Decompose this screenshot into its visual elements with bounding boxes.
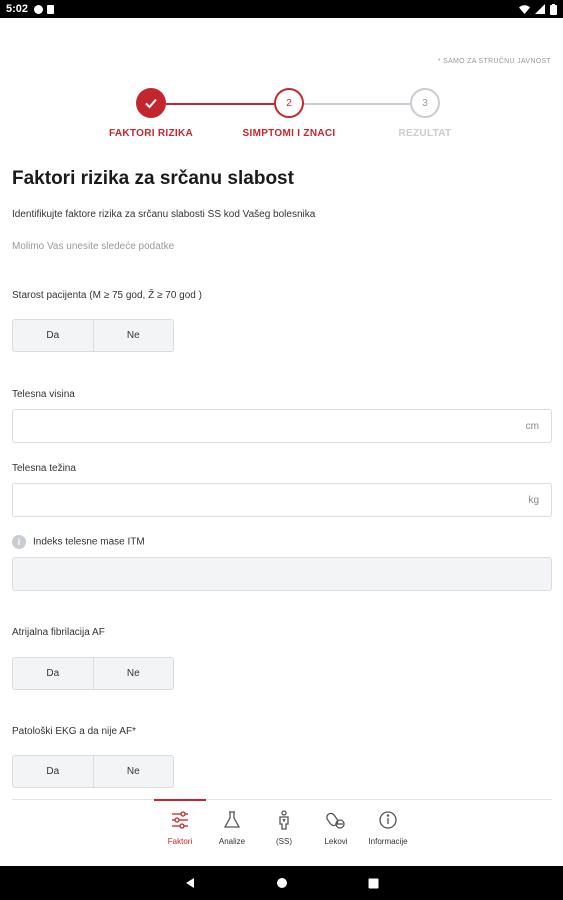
nav-analize[interactable]: Analize <box>206 799 258 859</box>
bmi-readonly-field <box>12 557 552 591</box>
check-icon <box>145 98 157 109</box>
af-yes-button[interactable]: Da <box>13 658 93 689</box>
step-1-label: FAKTORI RIZIKA <box>108 128 194 139</box>
nav-analize-label: Analize <box>218 837 246 846</box>
nav-ss[interactable]: (SS) <box>258 799 310 859</box>
height-unit: cm <box>525 420 539 432</box>
age-yes-button[interactable]: Da <box>13 320 93 351</box>
af-no-button[interactable]: Ne <box>92 658 174 689</box>
height-input[interactable]: cm <box>12 409 552 443</box>
heart-body-icon <box>279 810 289 830</box>
instructions-hint: Molimo Vas unesite sledeće podatke <box>12 241 175 252</box>
ekg-no-button[interactable]: Ne <box>92 756 174 787</box>
bottom-navigation: Faktori Analize (SS) Lekovi Informacije <box>154 799 414 859</box>
weight-unit: kg <box>528 494 539 506</box>
pills-icon <box>326 812 345 829</box>
step-3-pending[interactable]: 3 <box>410 88 440 118</box>
sim-card-icon <box>47 4 55 14</box>
system-navigation-bar <box>0 866 563 900</box>
step-connector <box>166 103 274 105</box>
step-3-label: REZULTAT <box>398 128 452 139</box>
nav-lekovi-label: Lekovi <box>324 837 348 846</box>
age-toggle: Da Ne <box>12 319 174 352</box>
nav-lekovi[interactable]: Lekovi <box>310 799 362 859</box>
af-question-label: Atrijalna fibrilacija AF <box>12 627 105 638</box>
step-connector <box>304 103 410 105</box>
page-title: Faktori rizika za srčanu slabost <box>12 168 294 189</box>
disclaimer-text: * SAMO ZA STRUČNU JAVNOST <box>437 58 551 65</box>
notification-icon <box>34 4 44 14</box>
bmi-label: Indeks telesne mase ITM <box>33 536 145 548</box>
wifi-icon <box>519 4 530 14</box>
battery-icon <box>550 3 557 15</box>
status-time: 5:02 <box>6 3 29 15</box>
page-subtitle: Identifikujte faktore rizika za srčanu s… <box>12 209 316 220</box>
nav-faktori[interactable]: Faktori <box>154 799 206 859</box>
af-toggle: Da Ne <box>12 657 174 690</box>
ekg-toggle: Da Ne <box>12 755 174 788</box>
status-bar: 5:02 <box>0 0 563 18</box>
step-2-label: SIMPTOMI I ZNACI <box>242 128 336 139</box>
info-icon[interactable]: i <box>12 535 26 549</box>
signal-icon <box>535 4 545 14</box>
weight-input[interactable]: kg <box>12 483 552 517</box>
nav-informacije-label: Informacije <box>368 837 408 846</box>
progress-stepper: 2 3 FAKTORI RIZIKA SIMPTOMI I ZNACI REZU… <box>0 88 563 148</box>
age-no-button[interactable]: Ne <box>92 320 174 351</box>
step-2-active[interactable]: 2 <box>274 88 304 118</box>
info-circle-icon <box>379 811 397 829</box>
height-label: Telesna visina <box>12 389 75 400</box>
age-question-label: Starost pacijenta (M ≥ 75 god, Ž ≥ 70 go… <box>12 290 202 301</box>
flask-icon <box>223 811 241 828</box>
ekg-yes-button[interactable]: Da <box>13 756 93 787</box>
ekg-question-label: Patološki EKG a da nije AF* <box>12 726 136 737</box>
step-1-done[interactable] <box>136 88 166 118</box>
nav-faktori-label: Faktori <box>167 837 193 846</box>
recents-icon[interactable] <box>368 878 379 889</box>
sliders-icon <box>172 811 188 829</box>
bmi-label-row: i Indeks telesne mase ITM <box>12 535 145 549</box>
back-icon[interactable] <box>184 877 196 889</box>
home-icon[interactable] <box>276 877 288 889</box>
weight-label: Telesna težina <box>12 463 76 474</box>
nav-informacije[interactable]: Informacije <box>362 799 414 859</box>
nav-ss-label: (SS) <box>276 837 292 846</box>
